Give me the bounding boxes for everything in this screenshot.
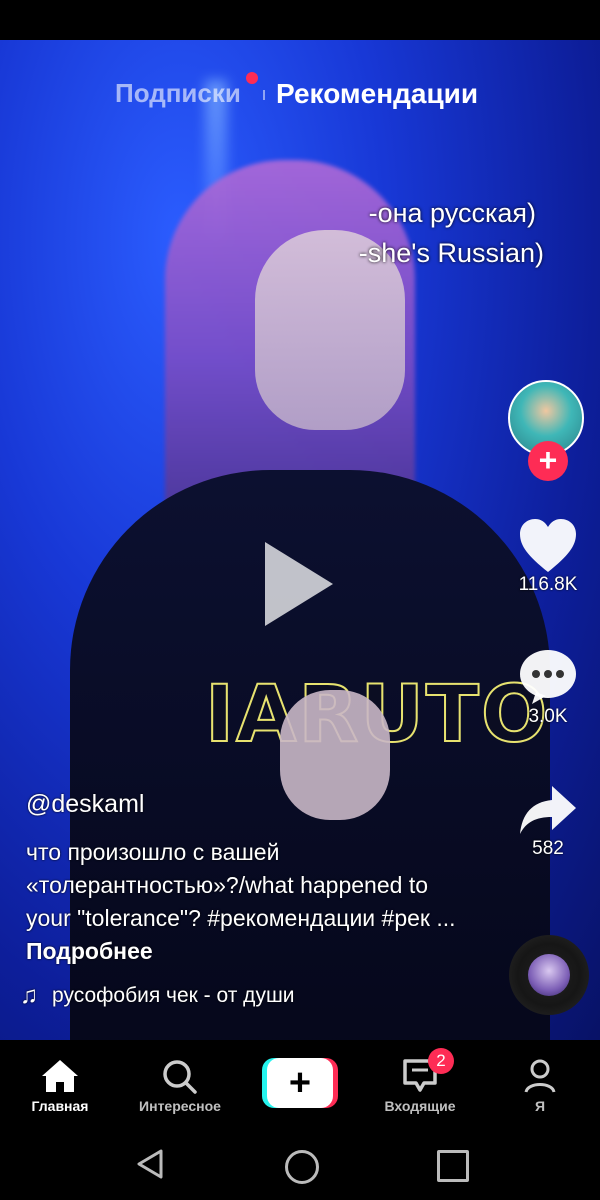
heart-icon (520, 519, 576, 572)
comment-button[interactable]: 3.0K (508, 648, 588, 728)
nav-profile-label: Я (534, 1098, 546, 1114)
like-count: 116.8K (518, 574, 578, 595)
recent-apps-icon[interactable] (437, 1150, 469, 1182)
description-text: что произошло с вашей «толерантностью»?/… (26, 839, 456, 931)
nav-discover[interactable]: Интересное (120, 1040, 240, 1114)
profile-icon (524, 1059, 556, 1093)
inbox-badge: 2 (428, 1048, 454, 1074)
tab-for-you[interactable]: Рекомендации (276, 78, 478, 110)
caption-line-2: -she's Russian) (358, 238, 544, 268)
home-icon (42, 1060, 78, 1092)
back-icon[interactable] (135, 1148, 165, 1180)
create-button[interactable]: + (262, 1058, 338, 1108)
system-nav-bar (0, 1130, 600, 1200)
nav-profile[interactable]: Я (480, 1040, 600, 1114)
nav-inbox-label: Входящие (384, 1098, 456, 1114)
status-bar (0, 0, 600, 40)
comment-icon (520, 650, 576, 704)
notification-dot (246, 72, 258, 84)
plus-icon: + (267, 1058, 333, 1108)
author-username[interactable]: @deskaml (26, 790, 144, 819)
music-disc[interactable] (509, 935, 589, 1015)
music-note-icon: ♫ (20, 982, 38, 1009)
nav-inbox[interactable]: Входящие (360, 1040, 480, 1114)
tab-following[interactable]: Подписки (115, 78, 241, 109)
comment-count: 3.0K (528, 706, 568, 727)
play-icon[interactable] (265, 542, 333, 626)
share-count: 582 (532, 838, 564, 859)
nav-discover-label: Интересное (139, 1098, 221, 1114)
nav-home-label: Главная (31, 1098, 89, 1114)
tab-divider (263, 90, 265, 100)
more-link[interactable]: Подробнее (26, 938, 153, 964)
search-icon (163, 1060, 197, 1094)
nav-home[interactable]: Главная (0, 1040, 120, 1114)
caption-line-1: -она русская) (368, 198, 536, 228)
share-button[interactable]: 582 (508, 784, 588, 860)
home-circle-icon[interactable] (285, 1150, 319, 1184)
person-hand (280, 690, 390, 820)
music-row[interactable]: ♫ русофобия чек - от души (20, 982, 295, 1010)
follow-plus-icon[interactable]: + (528, 441, 568, 481)
bottom-nav: Главная Интересное + Входящие 2 Я (0, 1040, 600, 1130)
music-title: русофобия чек - от души (52, 984, 295, 1007)
post-description: что произошло с вашей «толерантностью»?/… (26, 836, 466, 968)
share-icon (520, 786, 576, 834)
like-button[interactable]: 116.8K (508, 518, 588, 596)
music-disc-cover (528, 954, 570, 996)
